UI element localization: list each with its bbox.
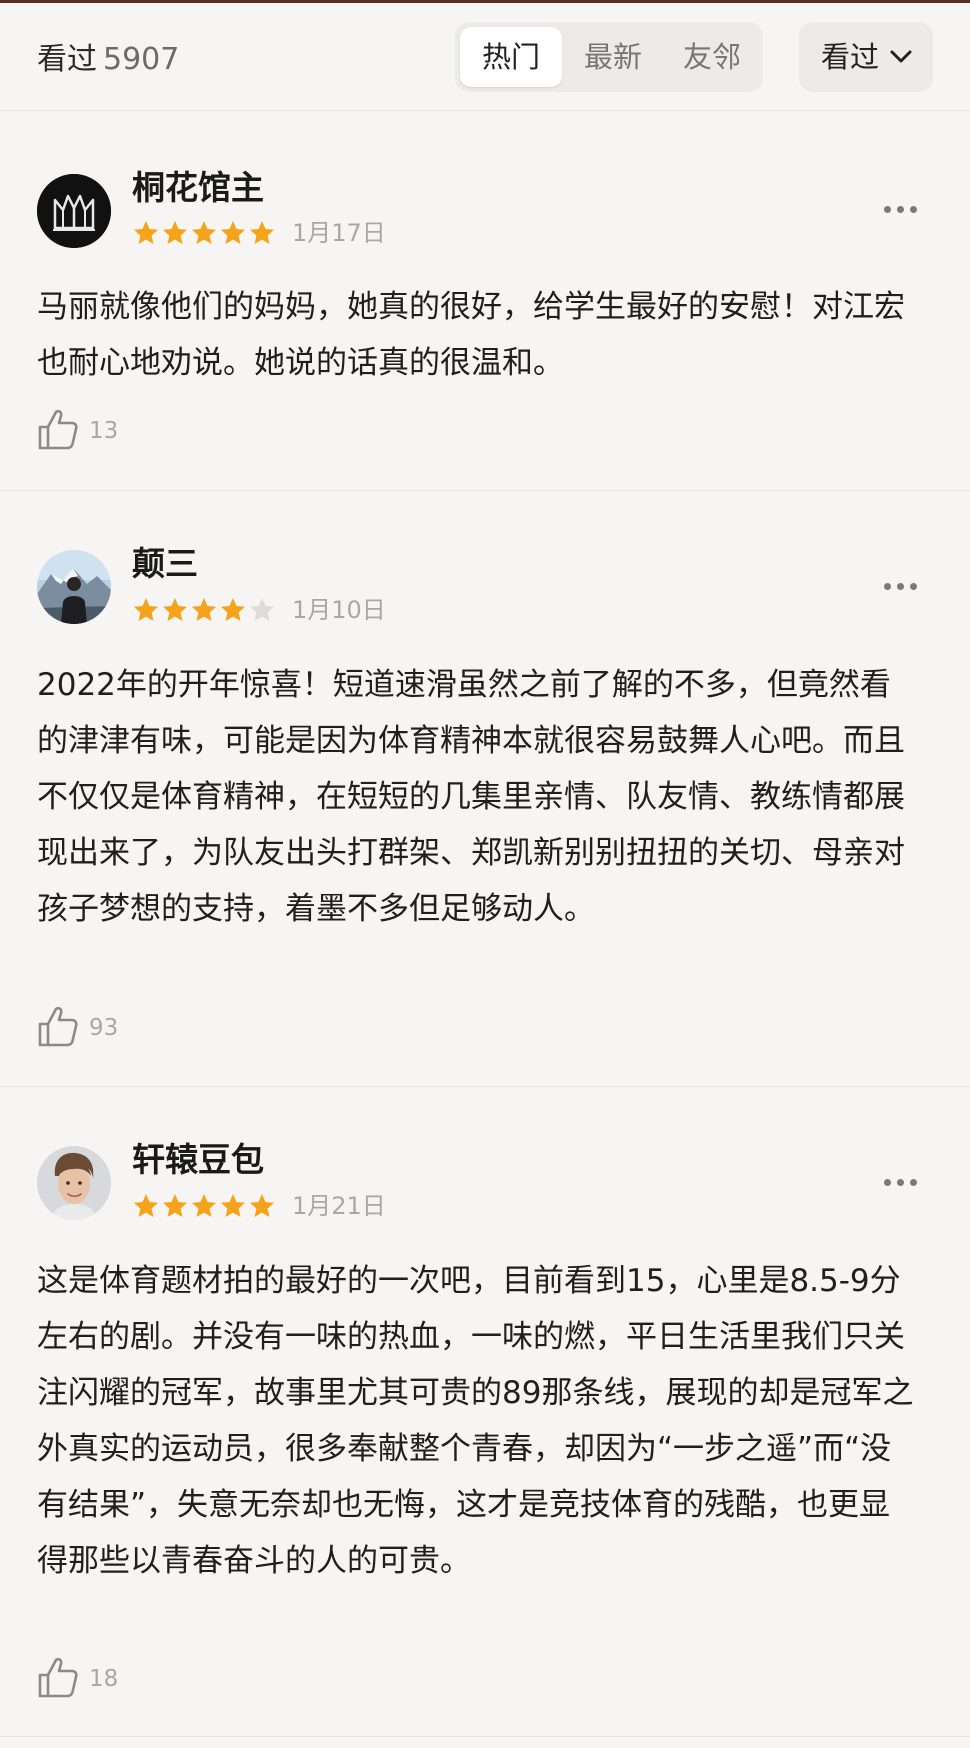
review-item: 轩辕豆包 1月21日 这是体育题材拍的最好的一次吧，目前看到15，心里是8.5-… <box>0 1087 970 1737</box>
watched-label: 看过 <box>37 42 97 77</box>
watched-count: 看过 5907 <box>37 40 179 80</box>
mountain-photo-icon <box>37 550 111 624</box>
mountain-photo-avatar[interactable] <box>37 550 111 624</box>
review-item: 颠三 1月10日 2022年的开年惊喜！短道速滑虽然之前了解的不多，但竟然看的津… <box>0 491 970 1087</box>
like-count: 18 <box>89 1666 119 1692</box>
review-text: 这是体育题材拍的最好的一次吧，目前看到15，心里是8.5-9分左右的剧。并没有一… <box>37 1263 914 1579</box>
crown-logo-avatar[interactable] <box>37 174 111 248</box>
star-filled-icon <box>134 1194 158 1217</box>
more-options-icon[interactable] <box>882 1177 922 1187</box>
review-item: 桐花馆主 1月17日 马丽就像他们的妈妈，她真的很好，给学生最好的安慰！对江宏也… <box>0 111 970 491</box>
star-filled-icon <box>221 221 245 244</box>
star-filled-icon <box>163 598 187 621</box>
reviewer-name[interactable]: 桐花馆主 <box>132 168 264 208</box>
reviewer-name[interactable]: 颠三 <box>132 544 198 584</box>
portrait-photo-avatar[interactable] <box>37 1146 111 1220</box>
portrait-photo-icon <box>37 1146 111 1220</box>
watched-number: 5907 <box>103 42 180 77</box>
like-count: 13 <box>89 418 119 444</box>
star-rating <box>132 219 277 247</box>
star-filled-icon <box>163 1194 187 1217</box>
tab-friends[interactable]: 友邻 <box>664 27 760 87</box>
more-options-icon[interactable] <box>882 204 922 214</box>
reviewer-name[interactable]: 轩辕豆包 <box>132 1140 264 1180</box>
like-count: 93 <box>89 1015 119 1041</box>
star-filled-icon <box>250 221 274 244</box>
review-date: 1月21日 <box>292 1192 386 1220</box>
star-filled-icon <box>192 598 216 621</box>
review-date: 1月17日 <box>292 219 386 247</box>
star-rating <box>132 596 277 624</box>
star-rating <box>132 1192 277 1220</box>
more-options-icon[interactable] <box>882 581 922 591</box>
star-filled-icon <box>192 1194 216 1217</box>
thumbs-up-icon <box>38 1006 78 1047</box>
review-date: 1月10日 <box>292 596 386 624</box>
star-empty-icon <box>250 598 274 621</box>
crown-logo-icon <box>37 174 111 248</box>
chevron-down-icon <box>890 50 912 63</box>
star-filled-icon <box>250 1194 274 1217</box>
tab-hot[interactable]: 热门 <box>460 27 562 87</box>
review-text: 2022年的开年惊喜！短道速滑虽然之前了解的不多，但竟然看的津津有味，可能是因为… <box>37 667 905 927</box>
sort-tabs: 热门 最新 友邻 <box>455 22 763 92</box>
filter-label: 看过 <box>821 40 880 74</box>
watched-filter-dropdown[interactable]: 看过 <box>799 22 933 92</box>
review-text: 马丽就像他们的妈妈，她真的很好，给学生最好的安慰！对江宏也耐心地劝说。她说的话真… <box>37 289 905 381</box>
star-filled-icon <box>192 221 216 244</box>
tab-latest[interactable]: 最新 <box>562 27 664 87</box>
star-filled-icon <box>134 221 158 244</box>
star-filled-icon <box>221 598 245 621</box>
star-filled-icon <box>134 598 158 621</box>
star-filled-icon <box>221 1194 245 1217</box>
star-filled-icon <box>163 221 187 244</box>
thumbs-up-icon <box>38 409 78 450</box>
comments-header: 看过 5907 热门 最新 友邻 看过 <box>0 3 970 111</box>
thumbs-up-icon <box>38 1657 78 1698</box>
